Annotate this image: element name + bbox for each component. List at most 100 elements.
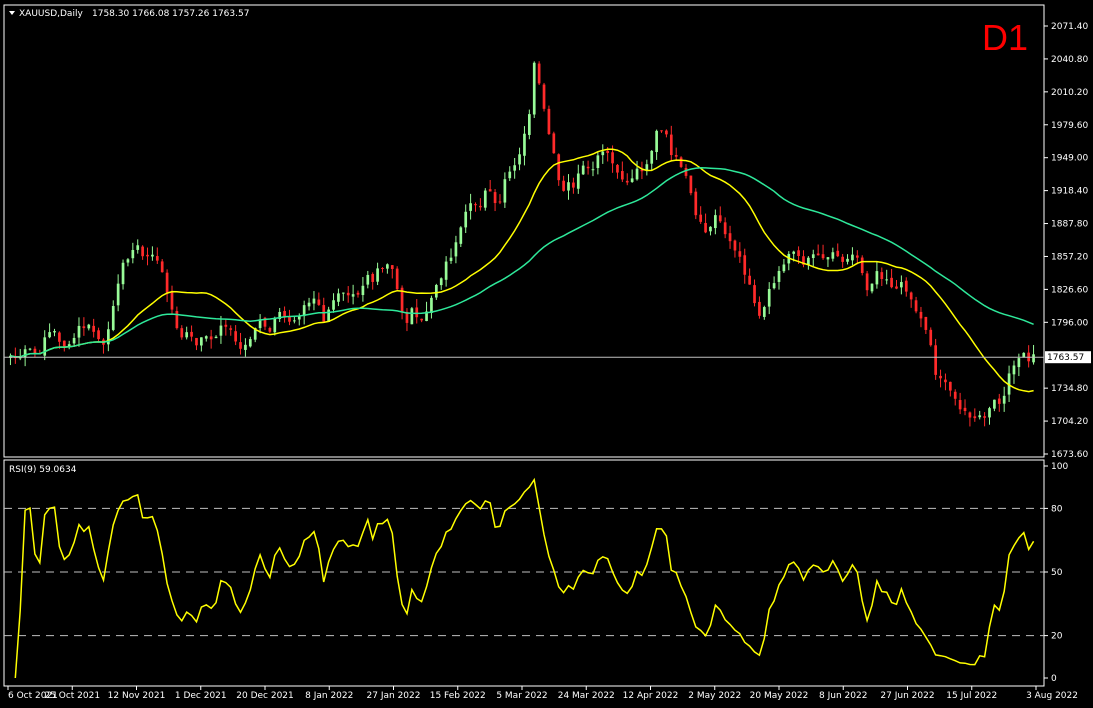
candle-body	[704, 222, 707, 233]
candle-body	[645, 164, 649, 171]
candle-body	[527, 114, 531, 135]
candle-body	[552, 133, 556, 154]
candle-body	[209, 336, 213, 340]
candle-body	[572, 182, 575, 188]
candle-body	[993, 399, 996, 409]
candle-body	[728, 233, 732, 242]
price-tick-label: 2040.80	[1051, 55, 1088, 65]
candle-body	[293, 320, 296, 322]
candle-body	[557, 154, 561, 181]
candle-body	[851, 254, 854, 261]
candle-body	[493, 192, 497, 204]
candle-body	[92, 325, 96, 332]
current-price-label: 1763.57	[1047, 353, 1084, 363]
candle-body	[811, 254, 815, 259]
candle-body	[689, 175, 693, 194]
candle-body	[219, 325, 223, 336]
candle-body	[483, 190, 487, 208]
candle-body	[170, 291, 174, 310]
candle-body	[777, 270, 781, 282]
candle-body	[542, 84, 546, 109]
candle-body	[371, 274, 375, 282]
candle-body	[224, 324, 228, 327]
timeframe-label: D1	[982, 17, 1028, 58]
candle-body	[175, 311, 179, 329]
candle-body	[762, 307, 766, 317]
candle-body	[929, 329, 933, 346]
candle-body	[655, 130, 658, 153]
candle-body	[738, 251, 742, 257]
candle-body	[116, 283, 120, 306]
candle-body	[185, 332, 189, 338]
candle-body	[567, 182, 570, 191]
candle-body	[895, 286, 898, 289]
candle-body	[126, 259, 130, 263]
candle-body	[214, 336, 218, 339]
candle-body	[430, 297, 433, 314]
candle-body	[900, 282, 903, 288]
candle-body	[988, 408, 991, 418]
candle-body	[459, 227, 463, 244]
time-tick-label: 20 Dec 2021	[236, 691, 294, 701]
candle-body	[23, 349, 27, 358]
candle-body	[508, 171, 512, 179]
candle-body	[454, 242, 458, 257]
candle-body	[660, 130, 663, 132]
candle-body	[723, 222, 727, 235]
candle-body	[410, 308, 414, 325]
candle-body	[200, 337, 203, 346]
time-tick-label: 2 May 2022	[688, 691, 741, 701]
rsi-tick-label: 80	[1051, 504, 1063, 514]
candle-body	[714, 215, 717, 229]
candle-body	[317, 299, 321, 305]
candle-body	[699, 214, 703, 222]
candle-body	[684, 167, 688, 176]
candle-body	[547, 108, 551, 135]
candle-body	[155, 256, 159, 261]
price-tick-label: 1704.20	[1051, 417, 1088, 427]
time-tick-label: 20 May 2022	[750, 691, 809, 701]
candle-body	[180, 328, 184, 338]
candle-body	[449, 257, 453, 261]
candle-body	[596, 155, 600, 169]
candle-body	[797, 250, 800, 257]
candle-body	[356, 292, 360, 295]
candle-body	[464, 211, 468, 228]
candle-body	[239, 342, 242, 349]
candle-body	[439, 278, 443, 286]
candle-body	[136, 245, 140, 250]
candle-body	[669, 134, 673, 156]
candle-body	[420, 318, 423, 321]
candle-body	[327, 309, 330, 322]
price-tick-label: 1673.60	[1051, 450, 1088, 460]
candle-body	[948, 381, 952, 391]
candle-body	[983, 416, 986, 418]
candle-body	[816, 253, 820, 256]
candle-body	[767, 288, 771, 307]
candle-body	[479, 205, 482, 208]
rsi-tick-label: 50	[1051, 568, 1063, 578]
candle-body	[679, 157, 683, 167]
time-tick-label: 27 Jun 2022	[880, 691, 934, 701]
candle-body	[919, 311, 923, 319]
candle-body	[772, 283, 776, 289]
candle-body	[376, 268, 379, 282]
price-tick-label: 1826.60	[1051, 285, 1088, 295]
price-tick-label: 1887.80	[1051, 220, 1088, 230]
candle-body	[821, 254, 825, 259]
trading-chart[interactable]: 2071.40 2040.80 2010.20 1979.60 1949.00 1918.…	[0, 0, 1093, 708]
candle-body	[307, 302, 311, 307]
candle-body	[635, 168, 639, 180]
candle-body	[351, 294, 355, 297]
candle-body	[190, 331, 193, 337]
candle-body	[958, 400, 962, 410]
candle-body	[121, 262, 125, 285]
candle-body	[870, 283, 874, 292]
candle-body	[244, 344, 247, 350]
candle-body	[229, 328, 233, 330]
candle-body	[395, 268, 399, 290]
candle-body	[1012, 365, 1016, 375]
candle-body	[841, 256, 844, 262]
candle-body	[72, 337, 76, 344]
candle-body	[836, 250, 840, 257]
